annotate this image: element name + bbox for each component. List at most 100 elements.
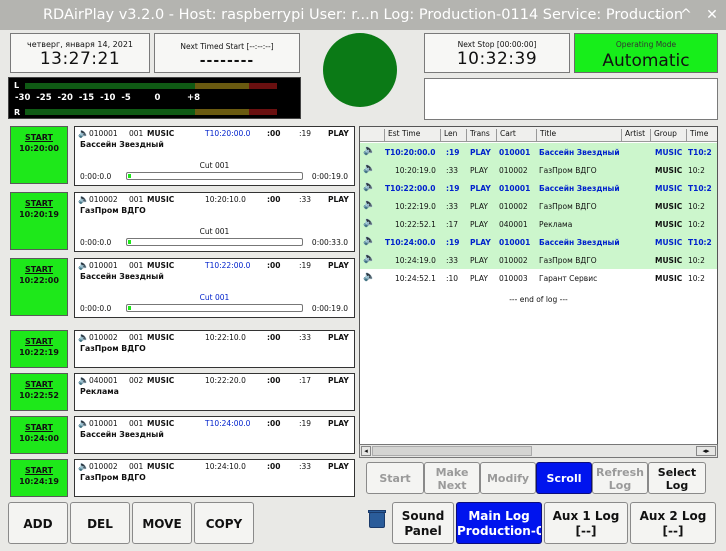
log-cart: 040001 — [499, 220, 528, 229]
window-close-icon[interactable]: ✕ — [703, 5, 721, 25]
cart-start-button[interactable]: START 10:20:19 — [10, 192, 68, 250]
cart-item[interactable]: 🔈 010001 001 MUSIC T10:22:00.0:00:19 PLAY Басс… — [74, 258, 355, 318]
cart-start-button[interactable]: START 10:24:19 — [10, 459, 68, 497]
speaker-icon: 🔈 — [363, 199, 376, 210]
log-title: Реклама — [539, 220, 573, 229]
cart-group: MUSIC — [147, 419, 175, 428]
scroll-left-arrow-icon[interactable]: ◂ — [361, 446, 371, 456]
cart-start-time: 10:24:00 — [19, 434, 59, 443]
log-start-button[interactable]: Start — [366, 462, 424, 494]
cart-end-time: 0:00:19.0 — [311, 172, 348, 181]
log-row[interactable]: 🔈 10:22:52.1:17 PLAY 040001 Реклама MUSIC 10:2 — [360, 215, 717, 233]
cart-position: 0:00:0.0 — [80, 172, 112, 181]
main-log-button[interactable]: Main Log Production-0114 — [456, 502, 542, 544]
log-est-time: 10:24:19.0 — [395, 256, 436, 265]
scroll-thumb[interactable] — [372, 446, 532, 456]
log-est-time: 10:20:19.0 — [395, 166, 436, 175]
aux1-log-button[interactable]: Aux 1 Log [--] — [544, 502, 628, 544]
log-col-title[interactable]: Title — [536, 129, 621, 141]
log-row[interactable]: 🔈 T10:20:00.0:19 PLAY 010001 Бассейн Звездны… — [360, 143, 717, 161]
add-button[interactable]: ADD — [8, 502, 68, 544]
cart-len: :00 — [267, 261, 281, 270]
on-air-indicator[interactable] — [323, 33, 397, 107]
log-row[interactable]: 🔈 T10:22:00.0:19 PLAY 010001 Бассейн Звездны… — [360, 179, 717, 197]
log-col-group[interactable]: Group — [650, 129, 686, 141]
cart-number: 010001 — [89, 261, 118, 270]
cart-start-label: START — [24, 337, 54, 346]
log-col-len[interactable]: Len — [440, 129, 466, 141]
cart-time: T10:22:00.0 — [205, 261, 251, 270]
scroll-button[interactable]: Scroll — [536, 462, 592, 494]
aux1-log-label-2: [--] — [575, 524, 597, 538]
trash-icon[interactable] — [368, 510, 386, 528]
cart-item[interactable]: 🔈 010001 001 MUSIC T10:20:00.0:00:19 PLAY Басс… — [74, 126, 355, 186]
log-col-artist[interactable]: Artist — [621, 129, 650, 141]
cart-title: Реклама — [80, 387, 119, 396]
cart-number: 010001 — [89, 419, 118, 428]
cart-position: 0:00:0.0 — [80, 304, 112, 313]
sound-panel-button[interactable]: Sound Panel — [392, 502, 454, 544]
window-minimize-icon[interactable]: ^ — [677, 5, 695, 25]
cart-talk: :19 — [299, 129, 312, 138]
cart-item[interactable]: 🔈 010001 001 MUSIC T10:24:00.0:00:19 PLAY Басс… — [74, 416, 355, 454]
cart-start-button[interactable]: START 10:22:52 — [10, 373, 68, 411]
log-trans: PLAY — [470, 148, 491, 157]
log-col-trans[interactable]: Trans — [466, 129, 496, 141]
copy-button[interactable]: COPY — [194, 502, 254, 544]
cart-start-button[interactable]: START 10:24:00 — [10, 416, 68, 454]
cart-trans: PLAY — [328, 462, 349, 471]
log-len: :10 — [446, 274, 459, 283]
move-button[interactable]: MOVE — [132, 502, 192, 544]
log-cart: 010001 — [499, 148, 531, 157]
cart-item[interactable]: 🔈 010002 001 MUSIC 10:20:10.0:00:33 PLAY ГазПр… — [74, 192, 355, 252]
cart-group: MUSIC — [147, 129, 175, 138]
log-row[interactable]: 🔈 T10:24:00.0:19 PLAY 010001 Бассейн Звездны… — [360, 233, 717, 251]
log-row[interactable]: 🔈 10:24:19.0:33 PLAY 010002 ГазПром ВДГО MUSI… — [360, 251, 717, 269]
modify-button[interactable]: Modify — [480, 462, 536, 494]
log-len: :19 — [446, 184, 460, 193]
cart-position: 0:00:0.0 — [80, 238, 112, 247]
cart-item[interactable]: 🔈 010002 001 MUSIC 10:24:10.0:00:33 PLAY ГазПр… — [74, 459, 355, 497]
select-log-button[interactable]: Select Log — [648, 462, 706, 494]
clock-date: четверг, января 14, 2021 — [26, 40, 134, 49]
cart-talk: :19 — [299, 261, 312, 270]
scroll-right-arrow-icon[interactable]: ◂▸ — [696, 446, 716, 456]
meter-right-bar-yellow — [195, 109, 249, 115]
cart-item[interactable]: 🔈 040001 002 MUSIC 10:22:20.0:00:17 PLAY Рекла… — [74, 373, 355, 411]
log-group: MUSIC — [655, 148, 683, 157]
next-stop-panel[interactable]: Next Stop [00:00:00] 10:32:39 — [424, 33, 570, 73]
log-list[interactable]: Est Time Len Trans Cart Title Artist Gro… — [359, 126, 718, 458]
log-horizontal-scrollbar[interactable]: ◂ ◂▸ — [359, 444, 718, 458]
aux2-log-button[interactable]: Aux 2 Log [--] — [630, 502, 716, 544]
log-cart: 010001 — [499, 238, 531, 247]
log-row[interactable]: 🔈 10:20:19.0:33 PLAY 010002 ГазПром ВДГО MUSI… — [360, 161, 717, 179]
log-group: MUSIC — [655, 202, 683, 211]
make-next-button[interactable]: Make Next — [424, 462, 480, 494]
cart-time: T10:20:00.0 — [205, 129, 251, 138]
log-row[interactable]: 🔈 10:24:52.1:10 PLAY 010003 Гарант Сервис MUS… — [360, 269, 717, 287]
operating-mode-button[interactable]: Operating Mode Automatic — [574, 33, 718, 73]
cart-group: MUSIC — [147, 376, 175, 385]
log-row[interactable]: 🔈 10:22:19.0:33 PLAY 010002 ГазПром ВДГО MUSI… — [360, 197, 717, 215]
log-col-est-time[interactable]: Est Time — [384, 129, 440, 141]
del-button[interactable]: DEL — [70, 502, 130, 544]
cart-item[interactable]: 🔈 010002 001 MUSIC 10:22:10.0:00:33 PLAY ГазПр… — [74, 330, 355, 368]
refresh-log-button[interactable]: Refresh Log — [592, 462, 648, 494]
main-log-label-2: Production-0114 — [457, 524, 541, 538]
next-timed-start-label: Next Timed Start [--:--:--] — [180, 42, 274, 51]
audio-meter: L R -30 -25 -20 -15 -10 -5 0 +8 — [8, 77, 301, 119]
cart-start-label: START — [24, 423, 54, 432]
log-trans: PLAY — [470, 274, 489, 283]
log-title: Гарант Сервис — [539, 274, 598, 283]
cart-start-button[interactable]: START 10:22:19 — [10, 330, 68, 368]
log-col-time[interactable]: Time — [686, 129, 717, 141]
clock-panel[interactable]: четверг, января 14, 2021 13:27:21 — [10, 33, 150, 73]
cart-start-button[interactable]: START 10:22:00 — [10, 258, 68, 316]
log-title: ГазПром ВДГО — [539, 202, 597, 211]
log-col-cart[interactable]: Cart — [496, 129, 536, 141]
cart-start-button[interactable]: START 10:20:00 — [10, 126, 68, 184]
window-menu-icon[interactable]: ⌄ — [649, 5, 667, 25]
operating-mode-label: Operating Mode — [615, 40, 677, 49]
speaker-icon: 🔈 — [78, 419, 90, 429]
cut-number: 001 — [129, 333, 144, 342]
